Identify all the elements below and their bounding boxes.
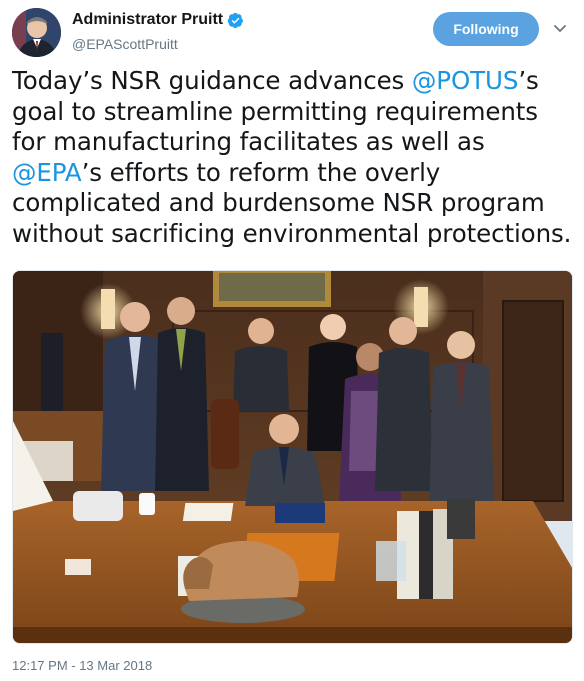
tweet-timestamp[interactable]: 12:17 PM - 13 Mar 2018 bbox=[12, 658, 152, 674]
signing-photo-image bbox=[13, 271, 572, 643]
tweet-text: Today’s NSR guidance advances @POTUS’s g… bbox=[12, 66, 577, 249]
handle[interactable]: @EPAScottPruitt bbox=[72, 34, 244, 54]
profile-avatar-icon bbox=[12, 8, 61, 57]
mention-link-epa[interactable]: @EPA bbox=[12, 158, 82, 187]
verified-badge-icon bbox=[227, 12, 244, 28]
display-name-text[interactable]: Administrator Pruitt bbox=[72, 10, 223, 30]
following-button[interactable]: Following bbox=[433, 12, 539, 46]
avatar[interactable] bbox=[12, 8, 61, 57]
mention-link-potus[interactable]: @POTUS bbox=[412, 66, 519, 95]
chevron-down-icon[interactable] bbox=[552, 20, 568, 36]
tweet-photo[interactable] bbox=[12, 270, 573, 644]
display-name[interactable]: Administrator Pruitt bbox=[72, 10, 244, 30]
tweet-text-part: Today’s NSR guidance advances bbox=[12, 66, 412, 95]
author-block: Administrator Pruitt @EPAScottPruitt bbox=[72, 10, 244, 54]
tweet-text-part: ’s efforts to reform the overly complica… bbox=[12, 157, 572, 248]
tweet-header: Administrator Pruitt @EPAScottPruitt Fol… bbox=[12, 8, 572, 58]
